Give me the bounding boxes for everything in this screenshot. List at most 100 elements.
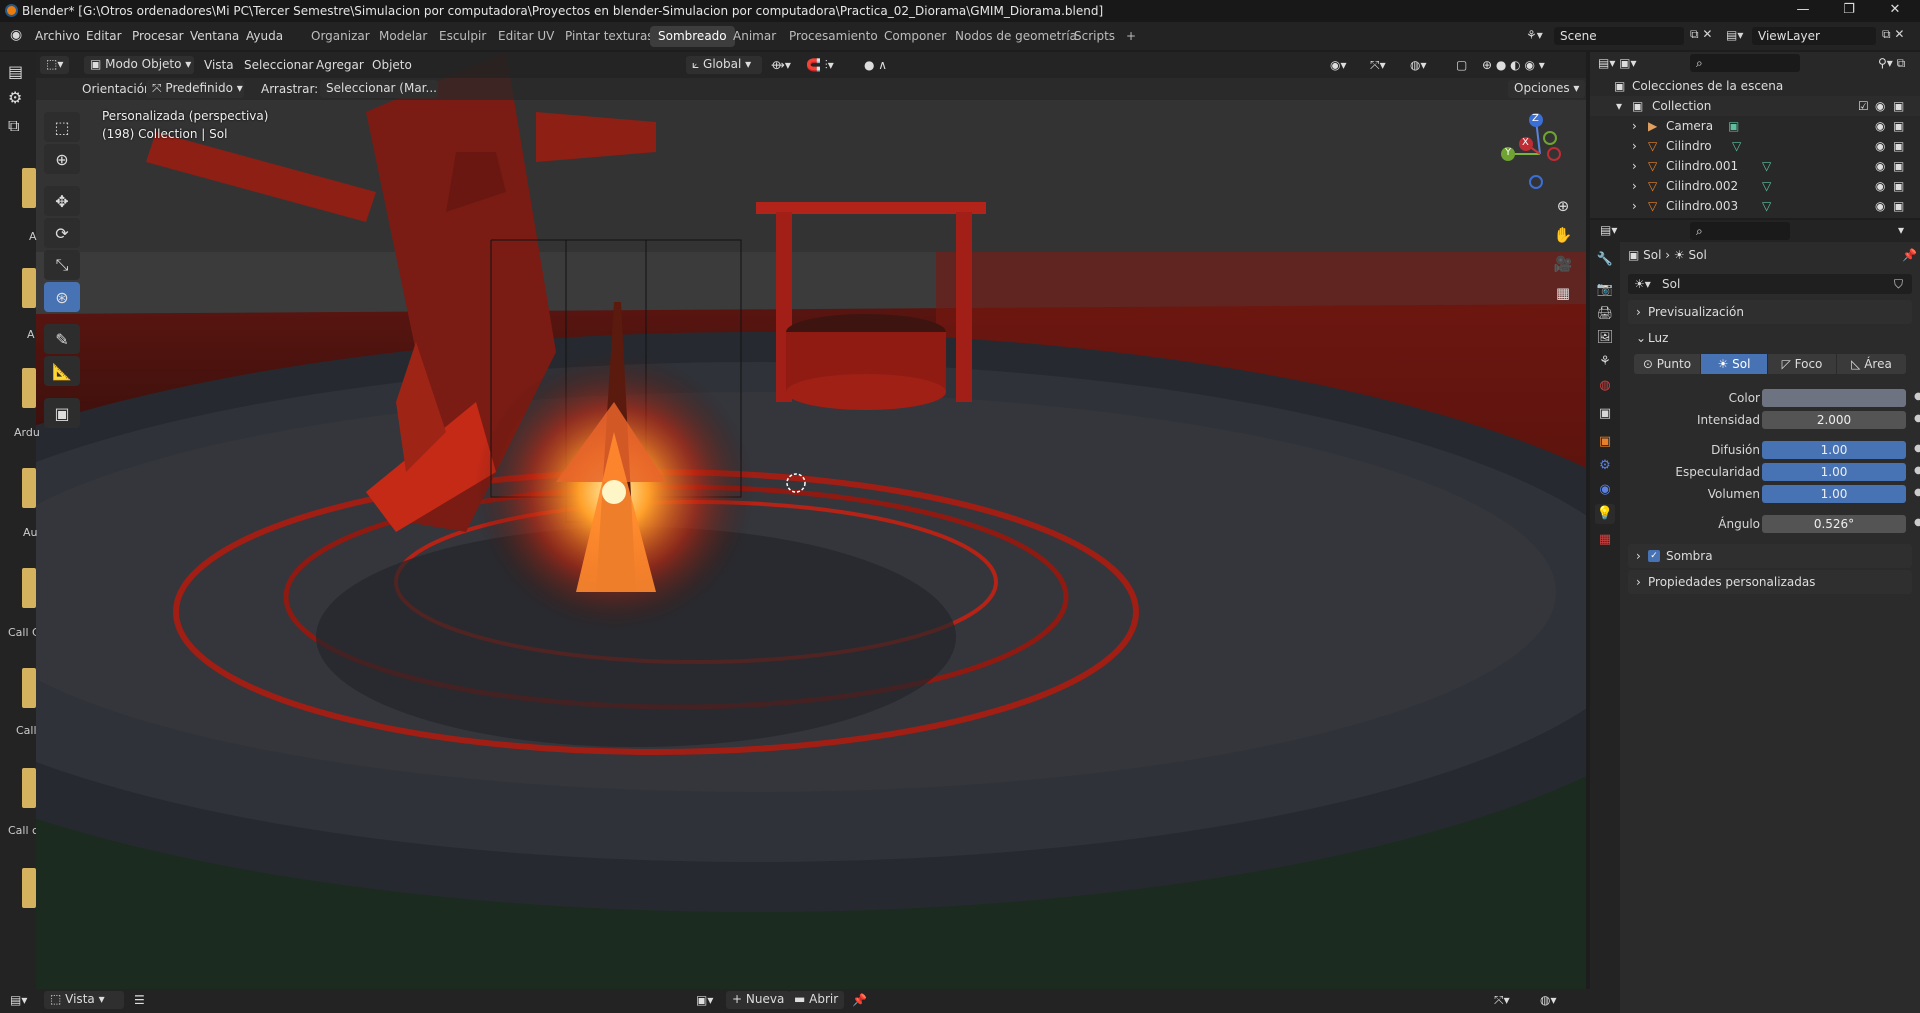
diffuse-slider[interactable]: 1.00	[1762, 441, 1906, 459]
ortho-toggle-icon[interactable]: ▦	[1550, 280, 1576, 306]
expand-icon[interactable]: ›	[1632, 139, 1637, 153]
close-window-button[interactable]: ✕	[1880, 2, 1910, 17]
node-view-icon[interactable]: ⧉	[8, 116, 19, 136]
view-layer-buttons[interactable]: ⧉ ✕	[1882, 27, 1904, 42]
drag-selector[interactable]: Seleccionar (Mar... ▾	[320, 80, 438, 98]
light-data-tab-icon[interactable]: 💡	[1595, 504, 1615, 524]
pivot-point-icon[interactable]: ⟴▾	[771, 58, 791, 72]
specular-slider[interactable]: 1.00	[1762, 463, 1906, 481]
keyframe-dot-icon[interactable]: ●	[1914, 443, 1920, 454]
volume-slider[interactable]: 1.00	[1762, 485, 1906, 503]
editor-type-button[interactable]: ⬚▾	[40, 56, 70, 74]
fake-user-icon[interactable]: ⛉	[1894, 277, 1903, 292]
image-editor-type-icon[interactable]: ▤▾	[10, 993, 27, 1007]
cursor-tool-icon[interactable]: ⊕	[44, 144, 80, 174]
collapse-icon[interactable]: ▾	[1616, 99, 1622, 113]
menu-archivo[interactable]: Archivo	[35, 29, 80, 43]
panel-light[interactable]: ⌄ Luz	[1628, 326, 1912, 350]
navigation-gizmo[interactable]: Z Y X	[1500, 112, 1580, 192]
tab-scripts[interactable]: Scripts	[1066, 26, 1123, 47]
tab-pintar-texturas[interactable]: Pintar texturas	[557, 26, 662, 47]
eye-icon[interactable]: ◉	[1875, 99, 1885, 113]
editor-type-icon[interactable]: ▤	[8, 62, 23, 81]
render-camera-icon[interactable]: ▣	[1893, 99, 1904, 113]
orientation-selector[interactable]: ⤧ Predefinido ▾	[146, 80, 244, 98]
menu-editar[interactable]: Editar	[86, 29, 122, 43]
exclude-checkbox[interactable]: ☑	[1858, 99, 1869, 113]
eye-icon[interactable]: ◉	[1875, 119, 1885, 133]
tab-organizar[interactable]: Organizar	[303, 26, 378, 47]
options-button[interactable]: Opciones ▾	[1508, 80, 1586, 98]
menu-seleccionar[interactable]: Seleccionar	[244, 58, 313, 72]
menu-agregar[interactable]: Agregar	[316, 58, 364, 72]
panel-shadow[interactable]: › ✓ Sombra	[1628, 544, 1912, 568]
expand-icon[interactable]: ›	[1632, 119, 1637, 133]
view-layer-tab-icon[interactable]: 🖼	[1595, 328, 1615, 348]
object-tab-icon[interactable]: ▣	[1595, 432, 1615, 452]
add-workspace-button[interactable]: +	[1118, 26, 1144, 47]
tab-nodos-de-geometria[interactable]: Nodos de geometría	[947, 26, 1085, 47]
texture-tab-icon[interactable]: ▦	[1595, 530, 1615, 550]
render-camera-icon[interactable]: ▣	[1893, 119, 1904, 133]
scene-tab-icon[interactable]: ⚘	[1595, 352, 1615, 372]
snap-icon[interactable]: 🧲 ⫶▾	[806, 58, 834, 73]
render-camera-icon[interactable]: ▣	[1893, 159, 1904, 173]
node-tools-icon[interactable]: ⚙	[8, 88, 22, 107]
view-layer-selector[interactable]: ViewLayer	[1752, 27, 1876, 45]
open-image-button[interactable]: ▬ Abrir	[788, 991, 845, 1009]
eye-icon[interactable]: ◉	[1875, 139, 1885, 153]
view-mode-selector[interactable]: ⬚ Vista ▾	[44, 991, 124, 1009]
mesh-data-icon[interactable]: ▽	[1762, 179, 1771, 193]
shadow-checkbox[interactable]: ✓	[1648, 550, 1660, 562]
transform-tool-icon[interactable]: ⊛	[44, 282, 80, 312]
outliner-editor-icon[interactable]: ▤▾ ▣▾	[1598, 56, 1637, 70]
render-camera-icon[interactable]: ▣	[1893, 139, 1904, 153]
view-layer-icon[interactable]: ▤▾	[1726, 28, 1743, 42]
maximize-button[interactable]: ❐	[1834, 2, 1864, 17]
tab-procesamiento[interactable]: Procesamiento	[781, 26, 886, 47]
add-cube-tool-icon[interactable]: ▣	[44, 398, 80, 428]
xray-toggle-icon[interactable]: ▢	[1456, 58, 1467, 72]
world-tab-icon[interactable]: ◍	[1595, 376, 1615, 396]
expand-icon[interactable]: ›	[1632, 159, 1637, 173]
menu-ventana[interactable]: Ventana	[190, 29, 239, 43]
outliner-item-cilindro-003[interactable]: › ▽ Cilindro.003 ▽ ◉ ▣	[1590, 196, 1920, 216]
eye-icon[interactable]: ◉	[1875, 199, 1885, 213]
outliner-item-cilindro[interactable]: › ▽ Cilindro ▽ ◉ ▣	[1590, 136, 1920, 156]
new-scene-icon[interactable]: ⧉ ✕	[1690, 27, 1712, 42]
annotate-tool-icon[interactable]: ✎	[44, 324, 80, 354]
tab-esculpir[interactable]: Esculpir	[431, 26, 494, 47]
outliner-filter-icon[interactable]: ⚲▾ ⧉	[1878, 56, 1905, 71]
light-type-point-button[interactable]: ⊙ Punto	[1634, 354, 1700, 374]
eye-icon[interactable]: ◉	[1875, 179, 1885, 193]
move-tool-icon[interactable]: ✥	[44, 186, 80, 216]
outliner-root-row[interactable]: ▣ Colecciones de la escena	[1590, 76, 1920, 96]
mesh-data-icon[interactable]: ▽	[1762, 159, 1771, 173]
menu-hamburger-icon[interactable]: ☰	[134, 993, 145, 1007]
expand-icon[interactable]: ›	[1632, 199, 1637, 213]
menu-procesar[interactable]: Procesar	[132, 29, 184, 43]
rotate-tool-icon[interactable]: ⟳	[44, 218, 80, 248]
gizmo-toggle-icon[interactable]: ⤧▾	[1494, 993, 1510, 1008]
scale-tool-icon[interactable]: ⤡	[44, 250, 80, 280]
menu-ayuda[interactable]: Ayuda	[246, 29, 283, 43]
measure-tool-icon[interactable]: 📐	[44, 356, 80, 386]
properties-options-icon[interactable]: ▾	[1898, 223, 1904, 237]
tab-animar[interactable]: Animar	[725, 26, 784, 47]
pin-icon[interactable]: 📌	[852, 993, 867, 1007]
pin-icon[interactable]: 📌	[1902, 248, 1917, 262]
tab-sombreado[interactable]: Sombreado	[650, 26, 735, 47]
3d-viewport[interactable]	[36, 52, 1586, 989]
overlay-toggle-icon[interactable]: ◍▾	[1540, 993, 1557, 1007]
zoom-icon[interactable]: ⊕	[1550, 193, 1576, 219]
camera-view-icon[interactable]: 🎥	[1550, 251, 1576, 277]
gizmo-toggle-icon[interactable]: ⤧▾	[1370, 58, 1386, 73]
render-camera-icon[interactable]: ▣	[1893, 179, 1904, 193]
color-swatch[interactable]	[1762, 389, 1906, 407]
blender-menu-icon[interactable]: ◉	[10, 27, 22, 43]
new-image-button[interactable]: + Nueva	[726, 991, 791, 1009]
light-type-sun-button[interactable]: ☀ Sol	[1701, 354, 1767, 374]
panel-custom-properties[interactable]: › Propiedades personalizadas	[1628, 570, 1912, 594]
keyframe-dot-icon[interactable]: ●	[1914, 517, 1920, 528]
keyframe-dot-icon[interactable]: ●	[1914, 391, 1920, 402]
